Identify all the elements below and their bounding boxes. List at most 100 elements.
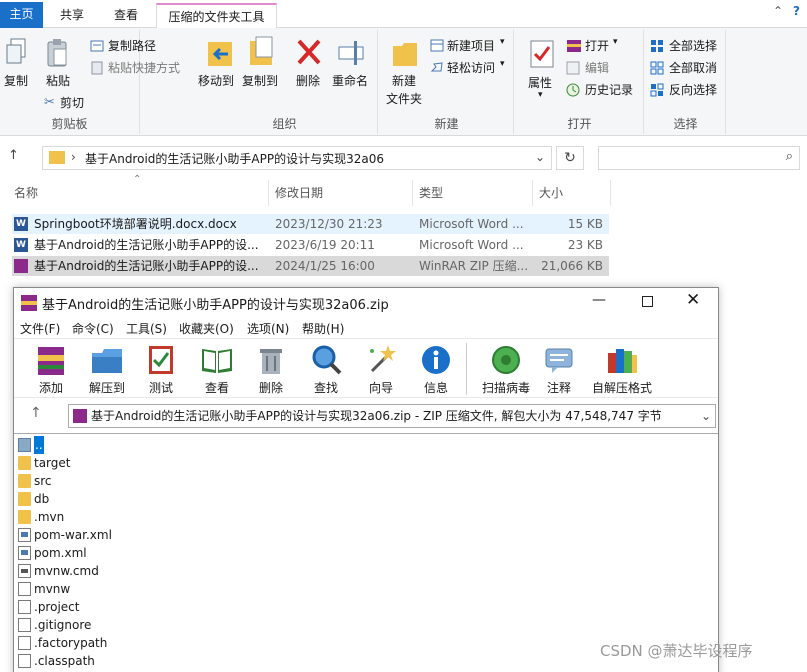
edit-button[interactable]: 编辑 xyxy=(585,59,609,76)
paste-button[interactable]: 粘贴 xyxy=(46,72,70,89)
winrar-toolbar: 添加 解压到 测试 查看 删除 查找 向导 信息 扫描病毒 注释 自解压格式 xyxy=(14,338,718,398)
copy-path-button[interactable]: 复制路径 xyxy=(108,37,156,54)
view-button[interactable]: 查看 xyxy=(192,343,242,396)
easy-access-button[interactable]: 轻松访问 xyxy=(447,59,495,76)
easy-access-dropdown-icon[interactable]: ▾ xyxy=(500,59,505,69)
delete-archive-button[interactable]: 删除 xyxy=(246,343,296,396)
copy-to-button[interactable]: 复制到 xyxy=(242,72,278,89)
new-item-button[interactable]: 新建项目 xyxy=(447,37,495,54)
invert-selection-icon xyxy=(650,83,664,97)
close-icon[interactable]: ✕ xyxy=(686,290,700,310)
toolbar-divider xyxy=(466,343,467,395)
new-group: 新建 文件夹 新建项目 ▾ 轻松访问 ▾ 新建 xyxy=(380,30,514,134)
select-all-button[interactable]: 全部选择 xyxy=(669,37,717,54)
address-row: ↑ › 基于Android的生活记账小助手APP的设计与实现32a06 ⌄ ↻ … xyxy=(0,140,807,176)
new-item-dropdown-icon[interactable]: ▾ xyxy=(500,37,505,47)
open-button[interactable]: 打开 xyxy=(585,37,609,54)
open-group-label: 打开 xyxy=(567,117,592,131)
archive-path: 基于Android的生活记账小助手APP的设计与实现32a06.zip - ZI… xyxy=(91,409,662,423)
file-row[interactable]: W 基于Android的生活记账小助手APP的设... 2023/6/19 20… xyxy=(12,235,609,255)
menu-options[interactable]: 选项(N) xyxy=(247,320,289,337)
paste-shortcut-icon xyxy=(90,61,104,75)
easy-access-icon xyxy=(430,61,444,74)
sort-up-icon: ⌃ xyxy=(133,174,142,185)
tab-share[interactable]: 共享 xyxy=(50,3,94,28)
file-icon xyxy=(18,618,31,632)
sfx-button[interactable]: 自解压格式 xyxy=(590,343,654,396)
properties-dropdown-icon[interactable]: ▾ xyxy=(538,90,543,100)
open-group: 属性 ▾ 打开 ▾ 编辑 历史记录 打开 xyxy=(516,30,644,134)
properties-button[interactable]: 属性 xyxy=(528,74,552,91)
info-button[interactable]: 信息 xyxy=(411,343,461,396)
help-icon[interactable]: ? xyxy=(793,4,800,18)
tab-compressed-folder-tools[interactable]: 压缩的文件夹工具 xyxy=(156,3,277,28)
copy-button[interactable]: 复制 xyxy=(4,72,28,89)
file-row-selected[interactable]: 基于Android的生活记账小助手APP的设... 2024/1/25 16:0… xyxy=(12,256,609,276)
virus-scan-icon xyxy=(492,346,520,374)
find-button[interactable]: 查找 xyxy=(301,343,351,396)
column-type[interactable]: 类型 xyxy=(419,180,443,206)
column-name[interactable]: 名称 xyxy=(14,180,38,206)
trash-icon xyxy=(260,349,282,374)
column-date[interactable]: 修改日期 xyxy=(275,180,323,206)
scan-virus-button[interactable]: 扫描病毒 xyxy=(476,343,536,396)
winrar-icon xyxy=(14,259,28,273)
info-icon xyxy=(422,346,450,374)
select-none-button[interactable]: 全部取消 xyxy=(669,59,717,76)
new-folder-button-line2[interactable]: 文件夹 xyxy=(386,90,422,107)
file-type: Microsoft Word ... xyxy=(419,238,524,252)
up-arrow-icon[interactable]: ↑ xyxy=(8,148,19,163)
move-to-button[interactable]: 移动到 xyxy=(198,72,234,89)
extract-to-button[interactable]: 解压到 xyxy=(82,343,132,396)
menu-commands[interactable]: 命令(C) xyxy=(72,320,114,337)
wizard-button[interactable]: 向导 xyxy=(356,343,406,396)
test-button[interactable]: 测试 xyxy=(136,343,186,396)
comment-button[interactable]: 注释 xyxy=(534,343,584,396)
column-divider[interactable] xyxy=(610,180,611,206)
paste-shortcut-button[interactable]: 粘贴快捷方式 xyxy=(108,59,180,76)
copy-path-icon xyxy=(90,40,104,52)
chevron-down-icon[interactable]: ⌄ xyxy=(535,150,545,164)
column-divider[interactable] xyxy=(532,180,533,206)
menu-tools[interactable]: 工具(S) xyxy=(126,320,167,337)
winrar-titlebar[interactable]: 基于Android的生活记账小助手APP的设计与实现32a06.zip — ✕ xyxy=(14,288,718,318)
address-bar[interactable]: › 基于Android的生活记账小助手APP的设计与实现32a06 ⌄ xyxy=(42,146,552,170)
file-size: 23 KB xyxy=(567,238,603,252)
history-button[interactable]: 历史记录 xyxy=(585,81,633,98)
invert-selection-button[interactable]: 反向选择 xyxy=(669,81,717,98)
archive-file-list: .. target src db .mvn pom-war.xml pom.xm… xyxy=(14,433,718,672)
column-divider[interactable] xyxy=(412,180,413,206)
tab-home[interactable]: 主页 xyxy=(0,2,43,28)
menu-bar: 文件(F) 命令(C) 工具(S) 收藏夹(O) 选项(N) 帮助(H) xyxy=(14,318,718,338)
folder-icon xyxy=(18,474,31,488)
winrar-open-icon xyxy=(566,39,582,53)
file-icon xyxy=(18,600,31,614)
rename-button[interactable]: 重命名 xyxy=(332,72,368,89)
refresh-button[interactable]: ↻ xyxy=(556,146,584,170)
file-row[interactable]: W Springboot环境部署说明.docx.docx 2023/12/30 … xyxy=(12,214,609,234)
open-dropdown-icon[interactable]: ▾ xyxy=(613,37,618,47)
column-divider[interactable] xyxy=(268,180,269,206)
tab-view[interactable]: 查看 xyxy=(104,3,148,28)
add-button[interactable]: 添加 xyxy=(26,343,76,396)
menu-file[interactable]: 文件(F) xyxy=(20,320,60,337)
menu-help[interactable]: 帮助(H) xyxy=(302,320,344,337)
maximize-icon[interactable] xyxy=(642,296,653,307)
minimize-icon[interactable]: — xyxy=(592,292,606,308)
up-arrow-icon[interactable]: ↑ xyxy=(30,405,42,421)
clipboard-group: 复制 粘贴 复制路径 粘贴快捷方式 ✂ 剪切 剪贴板 xyxy=(0,30,180,134)
cut-button[interactable]: 剪切 xyxy=(60,94,84,111)
new-folder-icon xyxy=(392,40,418,68)
new-folder-button-line1[interactable]: 新建 xyxy=(392,72,416,89)
xml-icon xyxy=(18,546,31,560)
column-size[interactable]: 大小 xyxy=(539,180,563,206)
menu-favorites[interactable]: 收藏夹(O) xyxy=(179,320,234,337)
search-input[interactable]: ⌕ xyxy=(598,146,800,170)
folder-icon xyxy=(49,151,65,164)
delete-button[interactable]: 删除 xyxy=(296,72,320,89)
parent-folder-icon xyxy=(18,438,31,452)
file-type: WinRAR ZIP 压缩... xyxy=(419,259,529,273)
chevron-up-icon[interactable]: ⌃ xyxy=(773,4,783,18)
archive-path-dropdown[interactable]: 基于Android的生活记账小助手APP的设计与实现32a06.zip - ZI… xyxy=(68,404,716,428)
chevron-down-icon[interactable]: ⌄ xyxy=(701,405,711,427)
